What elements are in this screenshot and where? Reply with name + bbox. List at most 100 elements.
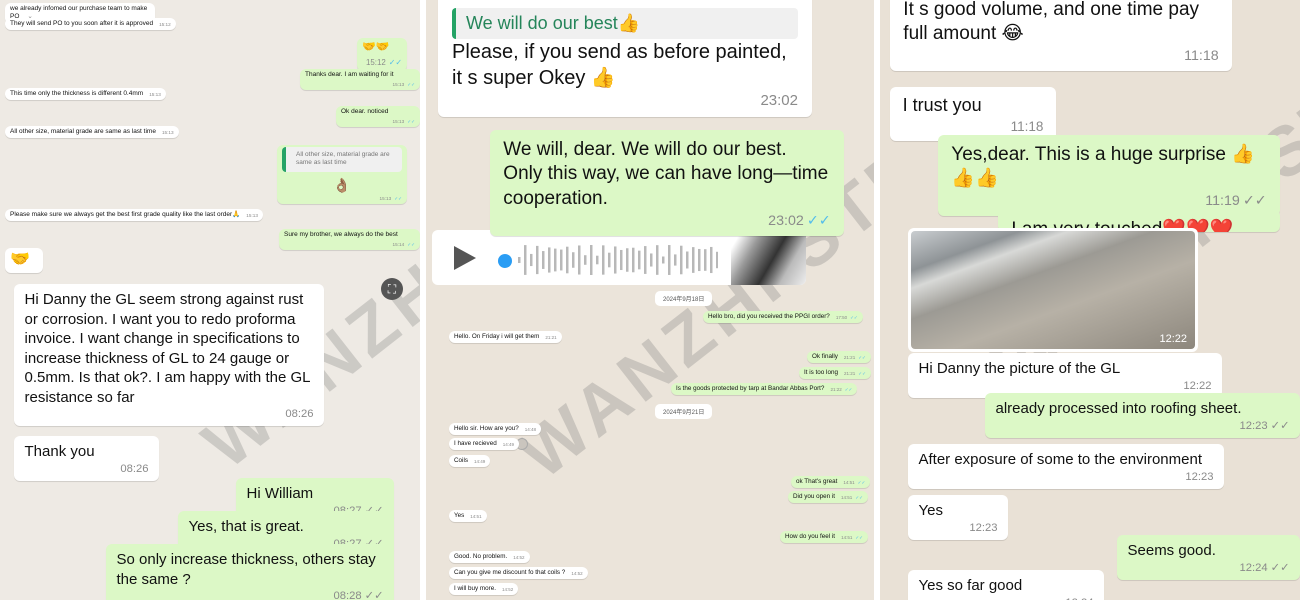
read-ticks-icon: ✓✓ <box>850 315 858 321</box>
image-thumbnail[interactable] <box>731 230 806 285</box>
time-text: 15:13 <box>392 81 405 87</box>
message-time: 15:13 ✓✓ <box>393 82 415 88</box>
message-text: It s good volume, and one time pay full … <box>903 0 1200 45</box>
time-text: 14:51 <box>843 480 855 486</box>
outgoing-message[interactable]: Seems good. 12:24 ✓✓ <box>1117 535 1300 580</box>
message-time: 23:02 ✓✓ <box>509 212 831 231</box>
incoming-message[interactable]: I will buy more. 14:52 <box>449 583 519 596</box>
time-text: 17:50 <box>835 315 848 321</box>
message-text: Coils <box>454 457 468 464</box>
incoming-message[interactable]: All other size, material grade are same … <box>5 126 179 139</box>
waveform-bar <box>638 250 641 270</box>
voice-message[interactable] <box>432 230 806 285</box>
message-text: already processed into roofing sheet. <box>995 400 1242 417</box>
quoted-message[interactable]: All other size, material grade are same … <box>282 147 402 172</box>
roofing-photo[interactable]: 12:22 <box>911 231 1195 349</box>
read-ticks-icon: ✓✓ <box>1242 192 1267 209</box>
outgoing-message[interactable]: Sure my brother, we always do the best 15… <box>279 229 420 250</box>
outgoing-message[interactable]: Yes,dear. This is a huge surprise 👍👍👍 11:… <box>938 135 1280 217</box>
incoming-message[interactable]: Thank you 08:26 <box>14 436 159 481</box>
message-text: Hi William <box>246 485 314 502</box>
message-text: How do you feel it <box>785 533 836 540</box>
message-time: 14:49 <box>474 459 485 465</box>
outgoing-message[interactable]: Thanks dear. I am waiting for it 15:13 ✓✓ <box>300 69 420 90</box>
incoming-message[interactable]: Hello. On Friday i will get them 21:21 <box>449 331 562 344</box>
incoming-message[interactable]: Can you give me discount fo that coils ?… <box>449 567 588 580</box>
outgoing-message[interactable]: How do you feel it 14:51 ✓✓ <box>780 531 868 544</box>
waveform-bar <box>536 245 539 275</box>
date-separator: 2024年9月21日 <box>655 404 713 419</box>
message-text: ok That's great <box>796 478 838 485</box>
outgoing-message[interactable]: We will, dear. We will do our best. Only… <box>490 130 844 236</box>
message-text: Hello sir. How are you? <box>454 425 519 432</box>
message-text: It is too long <box>804 369 838 376</box>
outgoing-message[interactable]: All other size, material grade are same … <box>277 145 407 205</box>
quoted-message[interactable]: We will do our best👍 <box>452 8 798 40</box>
waveform-bar <box>620 249 623 271</box>
chat-panel-middle: WANZHI STEEL We will do our best👍Please,… <box>420 0 880 600</box>
read-ticks-icon: ✓✓ <box>364 590 384 600</box>
expand-icon[interactable]: ⛶ <box>381 278 403 300</box>
incoming-message[interactable]: It s good volume, and one time pay full … <box>890 0 1232 72</box>
waveform-bar <box>608 252 611 268</box>
read-ticks-icon: ✓✓ <box>1270 561 1290 574</box>
incoming-message[interactable]: I have recieved 14:49 <box>449 438 520 451</box>
message-time: 14:51 ✓✓ <box>843 480 865 486</box>
message-time: 14:52 <box>513 555 524 561</box>
message-time: 08:28 ✓✓ <box>123 589 384 600</box>
time-text: 15:13 <box>379 196 392 202</box>
waveform-bar <box>716 251 718 269</box>
incoming-message[interactable]: Hi Danny the GL seem strong against rust… <box>14 284 324 427</box>
outgoing-message[interactable]: Ok dear. noticed 15:13 ✓✓ <box>336 106 420 127</box>
time-text: 15:13 <box>392 118 405 124</box>
incoming-message[interactable]: Good. No problem. 14:52 <box>449 551 530 564</box>
outgoing-message[interactable]: Is the goods protected by tarp at Bandar… <box>671 383 858 396</box>
incoming-message[interactable]: Yes 12:23 <box>908 495 1008 540</box>
message-time: 12:24 ✓✓ <box>1134 561 1290 576</box>
read-ticks-icon: ✓✓ <box>844 387 853 393</box>
time-text: 14:49 <box>474 459 486 465</box>
incoming-message[interactable]: This time only the thickness is differen… <box>5 88 166 101</box>
time-text: 23:02 <box>768 212 804 229</box>
chat-panel-right: WANZHI STEEL 12:22 It s good volume, and… <box>880 0 1300 600</box>
outgoing-message[interactable]: Hello bro, did you received the PPGI ord… <box>703 311 863 324</box>
voice-progress-dot[interactable] <box>498 254 512 268</box>
waveform-bar <box>626 248 629 272</box>
waveform-bar <box>710 246 713 274</box>
incoming-message[interactable]: They will send PO to you soon after it i… <box>5 18 176 31</box>
read-ticks-icon: ✓✓ <box>407 118 415 124</box>
outgoing-message[interactable]: It is too long 21:21 ✓✓ <box>799 367 871 380</box>
outgoing-message[interactable]: Did you open it 14:51 ✓✓ <box>788 491 868 504</box>
waveform-bar <box>578 245 581 275</box>
waveform-bar <box>692 247 695 273</box>
read-ticks-icon: ✓✓ <box>407 81 415 87</box>
incoming-message[interactable]: Yes so far good 12:24 <box>908 570 1104 600</box>
incoming-message[interactable]: 🤝 <box>5 248 43 273</box>
incoming-message[interactable]: Hello sir. How are you? 14:48 <box>449 423 542 436</box>
time-text: 08:28 <box>333 590 362 600</box>
outgoing-message[interactable]: Ok finally 21:21 ✓✓ <box>807 351 871 364</box>
read-ticks-icon: ✓✓ <box>858 371 866 377</box>
play-icon[interactable] <box>454 246 476 270</box>
message-text: We will, dear. We will do our best. Only… <box>503 138 829 209</box>
incoming-message[interactable]: Coils 14:49 <box>449 455 491 468</box>
photo-message[interactable]: 12:22 <box>908 228 1198 352</box>
incoming-message[interactable]: Hi Danny the picture of the GL 12:22 <box>908 353 1222 398</box>
incoming-message[interactable]: We will do our best👍 Please, if you send … <box>438 0 812 117</box>
incoming-message[interactable]: I trust you 11:18 <box>890 87 1056 141</box>
message-time: 08:26 <box>31 462 148 477</box>
incoming-message[interactable]: After exposure of some to the environmen… <box>908 444 1224 489</box>
outgoing-message[interactable]: So only increase thickness, others stay … <box>106 544 394 600</box>
message-text: All other size, material grade are same … <box>10 128 156 135</box>
outgoing-message[interactable]: ok That's great 14:51 ✓✓ <box>791 476 871 489</box>
message-time: 21:22 ✓✓ <box>830 387 852 393</box>
outgoing-message[interactable]: 🤝🤝 15:12 ✓✓ <box>357 38 407 71</box>
message-time: 15:13 <box>246 213 258 219</box>
waveform-bar <box>650 253 653 267</box>
incoming-message[interactable]: Yes 14:51 <box>449 510 487 523</box>
outgoing-message[interactable]: already processed into roofing sheet. 12:… <box>985 393 1300 438</box>
waveform-bar <box>602 245 605 275</box>
time-text: 15:14 <box>392 241 405 247</box>
incoming-message[interactable]: Please make sure we always get the best … <box>5 209 263 222</box>
waveform-bar <box>596 255 599 265</box>
